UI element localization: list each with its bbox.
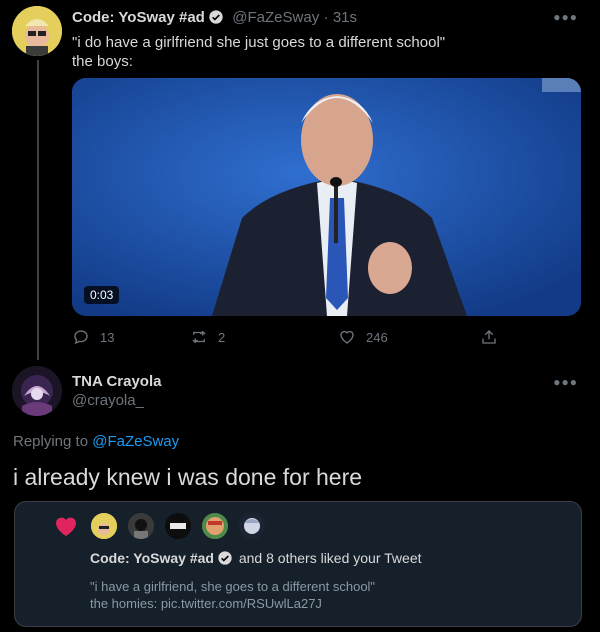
avatar[interactable]	[12, 6, 62, 56]
tweet-actions: 13 2 246	[72, 328, 572, 348]
replying-to: Replying to @FaZeSway	[13, 433, 179, 450]
tweet-text: "i do have a girlfriend she just goes to…	[72, 33, 572, 71]
quoted-text-line: "i have a girlfriend, she goes to a diff…	[90, 579, 376, 594]
reply-author-name[interactable]: TNA Crayola	[72, 373, 161, 390]
reply-icon	[74, 330, 88, 345]
video-frame	[72, 78, 581, 316]
avatar-image	[91, 513, 117, 539]
tweet-text-line: the boys:	[72, 53, 133, 70]
avatar-image	[202, 513, 228, 539]
heart-filled-icon	[56, 517, 76, 536]
avatar-image	[239, 513, 265, 539]
quoted-tweet-text: "i have a girlfriend, she goes to a diff…	[90, 578, 375, 612]
retweet-icon	[192, 330, 206, 344]
more-dots-icon[interactable]: ●●●	[553, 10, 578, 24]
tweet-text-line: "i do have a girlfriend she just goes to…	[72, 34, 446, 51]
liked-by-name[interactable]: Code: YoSway #ad	[90, 550, 214, 566]
heart-icon	[340, 330, 354, 344]
replying-to-link[interactable]: @FaZeSway	[92, 433, 179, 450]
retweet-count: 2	[218, 329, 226, 345]
avatar-image	[12, 366, 62, 416]
like-count: 246	[366, 329, 388, 345]
author-handle[interactable]: @FaZeSway	[232, 9, 319, 26]
reply-text: i already knew i was done for here	[13, 464, 363, 490]
avatar[interactable]	[12, 366, 62, 416]
verified-badge-icon	[218, 551, 232, 565]
share-button[interactable]	[480, 328, 498, 346]
more-dots-icon[interactable]: ●●●	[553, 375, 578, 389]
video-player[interactable]: 0:03	[72, 78, 581, 316]
quoted-text-line: the homies: pic.twitter.com/RSUwlLa27J	[90, 596, 322, 611]
avatar-image	[12, 6, 62, 56]
reply-count: 13	[100, 329, 115, 345]
like-button[interactable]: 246	[338, 328, 388, 346]
liker-avatar[interactable]	[90, 512, 118, 540]
liker-avatar[interactable]	[127, 512, 155, 540]
video-duration: 0:03	[84, 286, 120, 304]
verified-badge-icon	[209, 10, 223, 24]
liker-avatar[interactable]	[164, 512, 192, 540]
author-name[interactable]: Code: YoSway #ad	[72, 9, 205, 26]
tweet-timestamp[interactable]: · 31s	[324, 9, 357, 26]
liker-avatar[interactable]	[238, 512, 266, 540]
liker-avatar[interactable]	[201, 512, 229, 540]
avatar-image	[165, 513, 191, 539]
reply-header: TNA Crayola @crayola_	[72, 373, 161, 409]
reply-author-handle[interactable]: @crayola_	[72, 392, 161, 409]
liked-suffix: and 8 others liked your Tweet	[238, 550, 422, 566]
replying-to-label: Replying to	[13, 433, 89, 450]
liked-summary: Code: YoSway #ad and 8 others liked your…	[90, 550, 422, 566]
thread-connector-line	[37, 60, 39, 360]
avatar-image	[128, 513, 154, 539]
reply-button[interactable]: 13	[72, 328, 114, 346]
retweet-button[interactable]: 2	[190, 328, 225, 346]
tweet-header: Code: YoSway #ad @FaZeSway · 31s	[72, 9, 357, 27]
share-icon	[482, 330, 496, 344]
